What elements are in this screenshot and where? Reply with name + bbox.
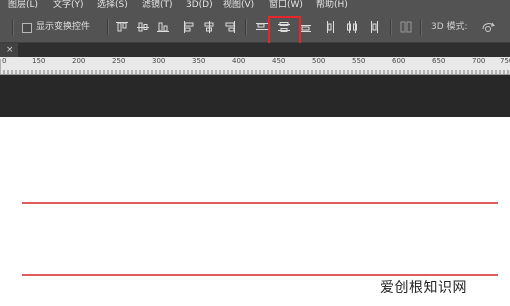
- ruler-label: 750: [500, 57, 510, 65]
- menu-filter[interactable]: 滤镜(T): [142, 0, 173, 10]
- document-tab-strip: ×: [0, 43, 510, 57]
- pasteboard: [0, 75, 510, 117]
- menu-help[interactable]: 帮助(H): [316, 0, 348, 10]
- align-vertical-centers-icon[interactable]: [137, 21, 149, 33]
- menu-window[interactable]: 窗口(W): [269, 0, 303, 10]
- distribute-left-edges-icon[interactable]: [325, 21, 337, 33]
- horizontal-ruler: 0 150 200 250 300 350 400 450 500 550 60…: [0, 57, 510, 75]
- document-canvas[interactable]: [0, 117, 510, 306]
- close-icon[interactable]: ×: [6, 44, 14, 56]
- ruler-label: 250: [112, 57, 126, 65]
- align-horizontal-centers-icon[interactable]: [203, 21, 215, 33]
- 3d-mode-label: 3D 模式:: [431, 22, 468, 32]
- align-right-edges-icon[interactable]: [224, 21, 236, 33]
- ruler-label: 300: [152, 57, 166, 65]
- ruler-label: 600: [392, 57, 406, 65]
- separator: [12, 19, 14, 35]
- align-bottom-edges-icon[interactable]: [157, 21, 169, 33]
- ruler-label: 450: [272, 57, 286, 65]
- menu-select[interactable]: 选择(S): [97, 0, 128, 10]
- distribute-horizontal-centers-icon[interactable]: [346, 21, 358, 33]
- show-transform-controls-checkbox[interactable]: [22, 23, 32, 33]
- watermark-text: 爱创根知识网: [380, 280, 467, 296]
- highlight-box: [268, 16, 301, 46]
- distribute-top-edges-icon[interactable]: [256, 21, 268, 33]
- align-top-edges-icon[interactable]: [116, 21, 128, 33]
- ruler-label: 650: [432, 57, 446, 65]
- ruler-label: 350: [192, 57, 206, 65]
- menu-type[interactable]: 文字(Y): [53, 0, 84, 10]
- ruler-label: 550: [352, 57, 366, 65]
- show-transform-controls-label: 显示变换控件: [36, 22, 91, 32]
- ruler-label: 150: [32, 57, 46, 65]
- menu-3d[interactable]: 3D(D): [186, 0, 213, 10]
- options-bar: 显示变换控件 3D 模式:: [0, 12, 510, 43]
- separator: [420, 19, 422, 35]
- ruler-label: 200: [72, 57, 86, 65]
- menu-bar: 图层(L) 文字(Y) 选择(S) 滤镜(T) 3D(D) 视图(V) 窗口(W…: [0, 0, 510, 12]
- ruler-label: 500: [312, 57, 326, 65]
- align-left-edges-icon[interactable]: [183, 21, 195, 33]
- separator: [107, 19, 109, 35]
- guide-line: [22, 274, 498, 276]
- ruler-label: 700: [472, 57, 486, 65]
- auto-align-layers-icon[interactable]: [400, 21, 412, 33]
- menu-view[interactable]: 视图(V): [223, 0, 254, 10]
- menu-layer[interactable]: 图层(L): [8, 0, 38, 10]
- distribute-right-edges-icon[interactable]: [367, 21, 379, 33]
- ruler-label: 0: [2, 57, 7, 65]
- guide-line: [22, 202, 498, 204]
- separator: [390, 19, 392, 35]
- ruler-label: 400: [232, 57, 246, 65]
- document-tab[interactable]: ×: [0, 43, 18, 57]
- separator: [245, 19, 247, 35]
- 3d-rotate-icon[interactable]: [480, 21, 498, 33]
